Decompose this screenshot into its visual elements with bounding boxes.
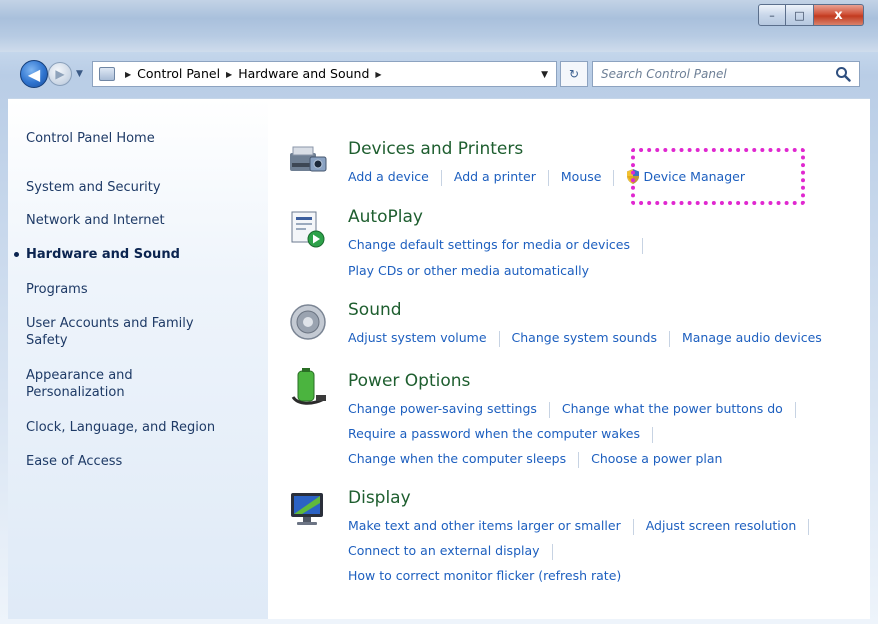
adjust-screen-resolution-link[interactable]: Adjust screen resolution (646, 518, 797, 533)
sidebar-item-ease-of-access[interactable]: Ease of Access (26, 453, 256, 470)
breadcrumb-hardware-and-sound[interactable]: Hardware and Sound (238, 66, 369, 81)
navigation-bar: ◀ ▶ ▼ ▶ Control Panel ▶ Hardware and Sound ▶… (0, 56, 878, 90)
autoplay-links-row-2: Play CDs or other media automatically (348, 263, 589, 278)
device-manager-highlight (631, 148, 805, 205)
control-panel-window: – □ x ◀ ▶ ▼ ▶ Control Panel ▶ Hardware and … (0, 0, 878, 624)
change-system-sounds-link[interactable]: Change system sounds (512, 330, 657, 345)
add-a-device-link[interactable]: Add a device (348, 169, 429, 184)
sidebar-item-appearance[interactable]: Appearance and Personalization (26, 367, 176, 401)
choose-power-plan-link[interactable]: Choose a power plan (591, 451, 722, 466)
breadcrumb-chevron-icon[interactable]: ▶ (125, 70, 131, 79)
sidebar: Control Panel Home System and Security N… (8, 99, 268, 619)
change-default-settings-link[interactable]: Change default settings for media or dev… (348, 237, 630, 252)
mouse-link[interactable]: Mouse (561, 169, 602, 184)
link-separator (578, 451, 580, 468)
address-dropdown-icon[interactable]: ▼ (541, 70, 548, 80)
sidebar-item-clock-language-region[interactable]: Clock, Language, and Region (26, 419, 256, 436)
maximize-button[interactable]: □ (786, 4, 814, 26)
sidebar-item-hardware-and-sound[interactable]: Hardware and Sound (14, 246, 256, 263)
recent-pages-dropdown-icon[interactable]: ▼ (76, 69, 86, 79)
link-separator (642, 237, 644, 254)
search-box[interactable] (592, 61, 860, 87)
link-separator (440, 169, 442, 186)
power-options-title[interactable]: Power Options (348, 371, 470, 391)
make-text-larger-link[interactable]: Make text and other items larger or smal… (348, 518, 621, 533)
link-separator (668, 330, 670, 347)
display-title[interactable]: Display (348, 488, 411, 508)
link-separator (498, 330, 500, 347)
refresh-button[interactable]: ↻ (560, 61, 588, 87)
speaker-icon (290, 304, 326, 340)
connect-external-display-link[interactable]: Connect to an external display (348, 543, 540, 558)
link-separator (632, 518, 634, 535)
autoplay-title[interactable]: AutoPlay (348, 207, 423, 227)
refresh-icon: ↻ (568, 67, 580, 81)
sidebar-item-network-and-internet[interactable]: Network and Internet (26, 212, 256, 229)
main-panel: Devices and Printers Add a device Add a p… (276, 99, 870, 619)
content-area: Control Panel Home System and Security N… (8, 98, 870, 619)
caption-buttons: – □ x (758, 4, 864, 26)
autoplay-icon (291, 211, 325, 248)
breadcrumb: ▶ Control Panel ▶ Hardware and Sound ▶ (119, 66, 388, 81)
require-password-link[interactable]: Require a password when the computer wak… (348, 426, 640, 441)
play-cds-link[interactable]: Play CDs or other media automatically (348, 263, 589, 278)
forward-arrow-icon[interactable]: ▶ (48, 62, 72, 86)
search-icon[interactable] (835, 66, 851, 82)
power-options-links-row-1: Change power-saving settings Change what … (348, 401, 808, 418)
control-panel-icon (99, 67, 115, 81)
link-separator (794, 401, 796, 418)
selected-bullet (14, 252, 19, 257)
breadcrumb-control-panel[interactable]: Control Panel (137, 66, 220, 81)
battery-icon (291, 368, 326, 405)
change-power-buttons-link[interactable]: Change what the power buttons do (562, 401, 783, 416)
address-bar[interactable]: ▶ Control Panel ▶ Hardware and Sound ▶ ▼ (92, 61, 557, 87)
adjust-system-volume-link[interactable]: Adjust system volume (348, 330, 487, 345)
sidebar-item-control-panel-home[interactable]: Control Panel Home (26, 130, 256, 147)
sidebar-item-user-accounts[interactable]: User Accounts and Family Safety (26, 315, 231, 349)
link-separator (551, 543, 553, 560)
link-separator (548, 401, 550, 418)
printer-camera-icon (290, 146, 327, 172)
manage-audio-devices-link[interactable]: Manage audio devices (682, 330, 822, 345)
sound-title[interactable]: Sound (348, 300, 402, 320)
power-options-links-row-3: Change when the computer sleeps Choose a … (348, 451, 722, 468)
autoplay-links-row-1: Change default settings for media or dev… (348, 237, 655, 254)
search-input[interactable] (601, 66, 821, 82)
link-separator (651, 426, 653, 443)
display-links-row-2: Connect to an external display (348, 543, 565, 560)
link-separator (547, 169, 549, 186)
breadcrumb-chevron-icon[interactable]: ▶ (226, 70, 232, 79)
minimize-button[interactable]: – (758, 4, 786, 26)
add-a-printer-link[interactable]: Add a printer (454, 169, 536, 184)
display-links-row-3: How to correct monitor flicker (refresh … (348, 568, 621, 583)
monitor-icon (291, 493, 323, 525)
sidebar-item-label: Hardware and Sound (26, 247, 180, 262)
sidebar-item-programs[interactable]: Programs (26, 281, 256, 298)
back-arrow-icon[interactable]: ◀ (20, 60, 48, 88)
close-button[interactable]: x (814, 4, 864, 26)
display-links-row-1: Make text and other items larger or smal… (348, 518, 821, 535)
change-power-saving-settings-link[interactable]: Change power-saving settings (348, 401, 537, 416)
breadcrumb-chevron-icon[interactable]: ▶ (375, 70, 381, 79)
title-bar: – □ x (0, 0, 878, 52)
link-separator (808, 518, 810, 535)
sidebar-item-system-and-security[interactable]: System and Security (26, 179, 256, 196)
sound-links: Adjust system volume Change system sounds… (348, 330, 822, 347)
correct-monitor-flicker-link[interactable]: How to correct monitor flicker (refresh … (348, 568, 621, 583)
devices-and-printers-title[interactable]: Devices and Printers (348, 139, 523, 159)
link-separator (613, 169, 615, 186)
power-options-links-row-2: Require a password when the computer wak… (348, 426, 665, 443)
change-when-computer-sleeps-link[interactable]: Change when the computer sleeps (348, 451, 566, 466)
